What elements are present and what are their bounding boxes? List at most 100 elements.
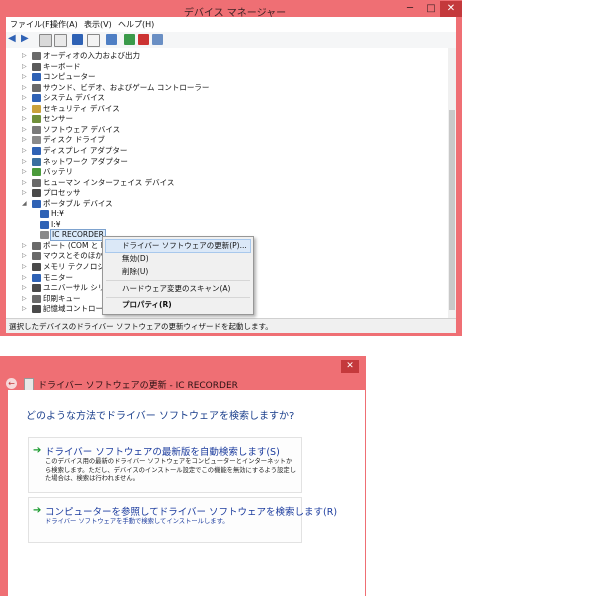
- tree-item-label: ディスプレイ アダプター: [43, 145, 128, 155]
- menu-item-update-driver[interactable]: ドライバー ソフトウェアの更新(P)...: [105, 239, 251, 253]
- sound-icon: [32, 83, 41, 92]
- close-button[interactable]: ✕: [341, 360, 359, 373]
- back-icon[interactable]: ◀: [8, 34, 19, 45]
- tree-item[interactable]: ▷ オーディオの入力および出力: [6, 51, 446, 61]
- tree-item[interactable]: ▷ バッテリ: [6, 167, 446, 177]
- tree-item[interactable]: H:¥: [6, 209, 446, 219]
- tree-item-label: セキュリティ デバイス: [43, 103, 120, 113]
- back-arrow-icon[interactable]: ←: [6, 378, 17, 389]
- tree-item[interactable]: ◢ ポータブル デバイス: [6, 199, 446, 209]
- menu-view[interactable]: 表示(V): [84, 19, 112, 30]
- option-title: ドライバー ソフトウェアの最新版を自動検索します(S): [45, 447, 280, 458]
- tree-item[interactable]: ▷ プロセッサ: [6, 188, 446, 198]
- tree-item[interactable]: ▷ センサー: [6, 114, 446, 124]
- menu-item-scan[interactable]: ハードウェア変更のスキャン(A): [106, 283, 250, 295]
- tree-item[interactable]: I:¥: [6, 220, 446, 230]
- arrow-right-icon: ➔: [33, 445, 42, 456]
- expand-arrow-icon[interactable]: ▷: [22, 273, 28, 283]
- menu-item-uninstall[interactable]: 削除(U): [106, 266, 250, 278]
- system-icon: [32, 94, 41, 103]
- monitor-icon[interactable]: [106, 34, 117, 45]
- expand-arrow-icon[interactable]: ▷: [22, 114, 28, 124]
- menu-separator: [106, 297, 250, 298]
- tree-item-label: センサー: [43, 114, 73, 124]
- expand-arrow-icon[interactable]: ▷: [22, 188, 28, 198]
- tree-item-label: モニター: [43, 272, 73, 282]
- close-button[interactable]: ✕: [440, 1, 462, 17]
- tree-item-label: システム デバイス: [43, 93, 105, 103]
- menu-help[interactable]: ヘルプ(H): [118, 19, 154, 30]
- expand-arrow-icon[interactable]: ▷: [22, 146, 28, 156]
- expand-arrow-icon[interactable]: ▷: [22, 62, 28, 72]
- tree-item-label: 印刷キュー: [43, 293, 81, 303]
- show-hidden-icon[interactable]: [87, 34, 100, 47]
- scrollbar-thumb[interactable]: [449, 110, 455, 310]
- update-driver-icon[interactable]: [124, 34, 135, 45]
- minimize-button[interactable]: ─: [402, 1, 418, 17]
- expand-arrow-icon[interactable]: ▷: [22, 83, 28, 93]
- tree-item[interactable]: ▷ ディスク ドライブ: [6, 135, 446, 145]
- portable-icon: [32, 199, 41, 208]
- tree-item-label: ソフトウェア デバイス: [43, 124, 121, 134]
- expand-arrow-icon[interactable]: ▷: [22, 241, 28, 251]
- menu-item-label: ドライバー ソフトウェアの更新(P)...: [122, 241, 247, 250]
- tree-item[interactable]: ▷ セキュリティ デバイス: [6, 104, 446, 114]
- expand-arrow-icon[interactable]: ▷: [22, 157, 28, 167]
- tree-item[interactable]: ▷ ネットワーク アダプター: [6, 157, 446, 167]
- tree-item-label: オーディオの入力および出力: [43, 51, 140, 60]
- expand-arrow-icon[interactable]: ▷: [22, 251, 28, 261]
- display-icon: [32, 146, 41, 155]
- forward-icon[interactable]: ▶: [21, 34, 32, 45]
- help-icon[interactable]: [72, 34, 83, 45]
- network-icon: [32, 157, 41, 166]
- scan-hardware-icon[interactable]: [152, 34, 163, 45]
- expand-arrow-icon[interactable]: ▷: [22, 125, 28, 135]
- expand-arrow-icon[interactable]: ▷: [22, 72, 28, 82]
- expand-arrow-icon[interactable]: ◢: [22, 199, 28, 209]
- expand-arrow-icon[interactable]: ▷: [22, 104, 28, 114]
- expand-arrow-icon[interactable]: ▷: [22, 262, 28, 272]
- tree-item-label: プロセッサ: [43, 188, 81, 198]
- view-icon[interactable]: [39, 34, 52, 47]
- context-menu: ドライバー ソフトウェアの更新(P)... 無効(D) 削除(U) ハードウェア…: [102, 236, 254, 315]
- tree-item-label: ディスク ドライブ: [43, 135, 105, 145]
- tree-item[interactable]: ▷ コンピューター: [6, 72, 446, 82]
- recorder-icon: [40, 231, 49, 240]
- expand-arrow-icon[interactable]: ▷: [22, 93, 28, 103]
- menu-item-properties[interactable]: プロパティ(R): [106, 299, 250, 311]
- tree-item[interactable]: ▷ ソフトウェア デバイス: [6, 125, 446, 135]
- toolbar: ◀ ▶: [6, 32, 456, 49]
- menu-action[interactable]: 操作(A): [50, 19, 78, 30]
- tree-item-label: コンピューター: [43, 72, 96, 82]
- tree-item[interactable]: ▷ ディスプレイ アダプター: [6, 146, 446, 156]
- tree-item-label: キーボード: [43, 61, 81, 71]
- tree-item-label: サウンド、ビデオ、およびゲーム コントローラー: [43, 82, 210, 92]
- expand-arrow-icon[interactable]: ▷: [22, 283, 28, 293]
- tree-item-label: H:¥: [51, 209, 64, 219]
- expand-arrow-icon[interactable]: ▷: [22, 178, 28, 188]
- expand-arrow-icon[interactable]: ▷: [22, 167, 28, 177]
- expand-arrow-icon[interactable]: ▷: [22, 135, 28, 145]
- browse-computer-option[interactable]: ➔ コンピューターを参照してドライバー ソフトウェアを検索します(R) ドライバ…: [28, 497, 337, 543]
- expand-arrow-icon[interactable]: ▷: [22, 304, 28, 314]
- expand-arrow-icon[interactable]: ▷: [22, 51, 28, 61]
- auto-search-option[interactable]: ➔ ドライバー ソフトウェアの最新版を自動検索します(S) このデバイス用の最新…: [28, 437, 302, 493]
- menu-item-label: プロパティ(R): [122, 300, 172, 309]
- memory-icon: [32, 263, 41, 271]
- battery-icon: [32, 168, 41, 177]
- menu-item-label: ハードウェア変更のスキャン(A): [122, 284, 231, 293]
- disable-device-icon[interactable]: [138, 34, 149, 45]
- arrow-right-icon: ➔: [33, 505, 42, 516]
- maximize-button[interactable]: □: [422, 1, 440, 17]
- tree-item[interactable]: ▷ ヒューマン インターフェイス デバイス: [6, 178, 446, 188]
- expand-arrow-icon[interactable]: ▷: [22, 294, 28, 304]
- menu-item-disable[interactable]: 無効(D): [106, 253, 250, 265]
- menu-file[interactable]: ファイル(F): [10, 19, 53, 30]
- disk-icon: [32, 136, 41, 145]
- tree-item[interactable]: ▷ システム デバイス: [6, 93, 446, 103]
- menu-separator: [106, 280, 250, 281]
- properties-icon[interactable]: [54, 34, 67, 47]
- tree-item[interactable]: ▷ キーボード: [6, 62, 446, 72]
- tree-item-label: ポータブル デバイス: [43, 198, 113, 208]
- tree-item[interactable]: ▷ サウンド、ビデオ、およびゲーム コントローラー: [6, 83, 446, 93]
